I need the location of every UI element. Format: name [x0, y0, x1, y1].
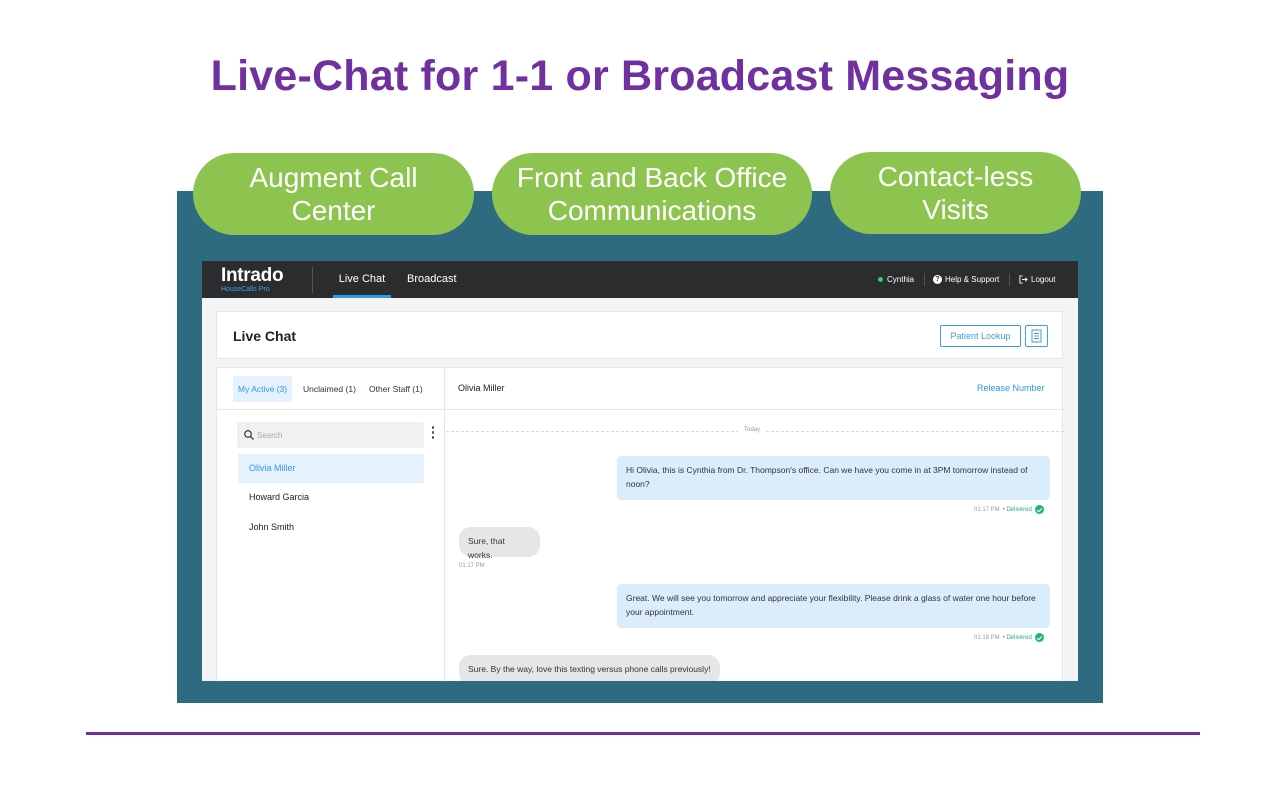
tab-other-staff[interactable]: Other Staff (1)	[364, 376, 428, 402]
contact-item[interactable]: John Smith	[238, 513, 424, 542]
navbar-separator	[924, 273, 925, 286]
delivery-status-label: Delivered	[1006, 506, 1032, 513]
conversation-list-pane: My Active (3) Unclaimed (1) Other Staff …	[217, 368, 445, 681]
logout-icon	[1019, 275, 1028, 284]
tab-my-active[interactable]: My Active (3)	[233, 376, 293, 402]
page-header: Live Chat Patient Lookup	[216, 311, 1063, 359]
incoming-message: Sure. By the way, love this texting vers…	[459, 655, 720, 681]
logo[interactable]: Intrado HouseCalls Pro	[221, 265, 284, 294]
message-time: 01:18 PM	[974, 634, 1000, 641]
page-title: Live Chat	[233, 328, 297, 344]
online-status-icon	[878, 277, 883, 282]
conversation-tabs: My Active (3) Unclaimed (1) Other Staff …	[217, 368, 445, 410]
app-window: Intrado HouseCalls Pro Live Chat Broadca…	[202, 261, 1078, 681]
chat-panel: My Active (3) Unclaimed (1) Other Staff …	[216, 367, 1064, 681]
conversation-pane: Olivia Miller Release Number Today Hi Ol…	[446, 368, 1064, 681]
contact-item[interactable]: Howard Garcia	[238, 483, 424, 512]
message-meta: 01:17 PM	[459, 563, 485, 569]
delivered-check-icon	[1034, 505, 1044, 514]
nav-tab-live-chat[interactable]: Live Chat	[333, 261, 391, 298]
feature-pill-front-back-office: Front and Back Office Communications	[492, 153, 812, 235]
outgoing-message: Great. We will see you tomorrow and appr…	[617, 584, 1050, 628]
date-divider: Today	[738, 427, 767, 433]
document-icon	[1031, 329, 1042, 343]
tab-unclaimed[interactable]: Unclaimed (1)	[298, 376, 361, 402]
user-status[interactable]: Cynthia	[878, 261, 914, 298]
recipient-name: Olivia Miller	[458, 383, 505, 393]
help-label: Help & Support	[945, 275, 1000, 284]
user-name: Cynthia	[887, 275, 915, 284]
navbar-divider	[312, 267, 313, 293]
message-time: 01:17 PM	[459, 563, 485, 569]
help-support-link[interactable]: ? Help & Support	[933, 261, 999, 298]
top-navbar: Intrado HouseCalls Pro Live Chat Broadca…	[202, 261, 1078, 298]
logout-label: Logout	[1031, 275, 1056, 284]
delivery-status: • Delivered	[1002, 506, 1032, 513]
notes-button[interactable]	[1025, 325, 1048, 347]
feature-pill-contactless-visits: Contact-less Visits	[830, 152, 1081, 234]
contact-item[interactable]: Olivia Miller	[238, 454, 424, 483]
delivered-check-icon	[1034, 633, 1044, 642]
delivery-status: • Delivered	[1002, 634, 1032, 641]
search-input[interactable]	[257, 422, 417, 448]
message-time: 01:17 PM	[974, 506, 1000, 513]
conversation-header: Olivia Miller Release Number	[446, 368, 1064, 410]
outgoing-message: Hi Olivia, this is Cynthia from Dr. Thom…	[617, 456, 1050, 500]
logo-subtitle: HouseCalls Pro	[221, 286, 270, 293]
search-icon	[244, 430, 254, 440]
incoming-message: Sure, that works.	[459, 527, 540, 560]
navbar-separator	[1009, 273, 1010, 286]
patient-lookup-button[interactable]: Patient Lookup	[940, 325, 1021, 347]
message-meta: 01:17 PM • Delivered	[974, 505, 1044, 514]
slide-title: Live-Chat for 1-1 or Broadcast Messaging	[210, 52, 1070, 100]
question-icon: ?	[933, 275, 942, 284]
message-meta: 01:18 PM • Delivered	[974, 633, 1044, 642]
more-options-icon[interactable]	[430, 426, 436, 442]
nav-tab-broadcast[interactable]: Broadcast	[407, 261, 457, 298]
bottom-divider	[86, 732, 1200, 735]
release-number-link[interactable]: Release Number	[977, 383, 1045, 393]
logout-button[interactable]: Logout	[1019, 261, 1055, 298]
delivery-status-label: Delivered	[1006, 634, 1032, 641]
logo-name: Intrado	[221, 265, 284, 286]
feature-pill-augment-call-center: Augment Call Center	[193, 153, 474, 235]
search-box	[237, 422, 424, 448]
